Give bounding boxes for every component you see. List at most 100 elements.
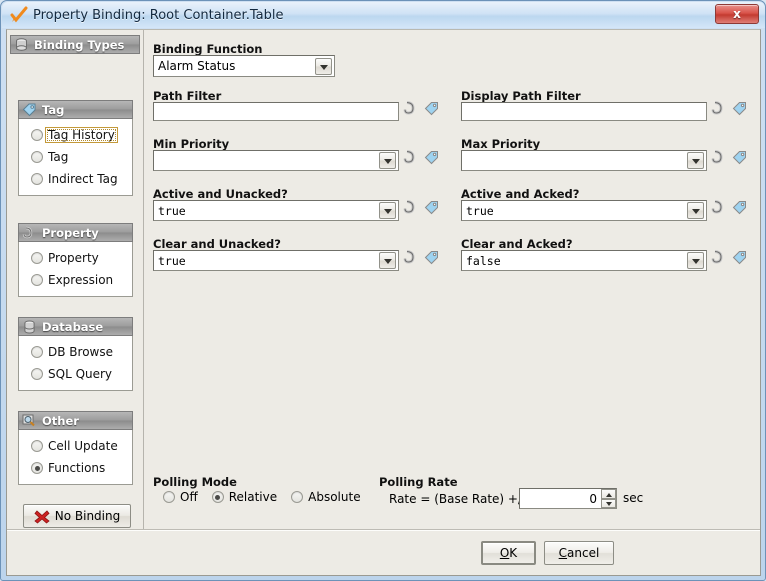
polling-mode-off[interactable]: Off xyxy=(163,490,198,504)
group-tag-body: Tag History Tag Indirect Tag xyxy=(18,119,133,196)
group-tag: Tag Tag History Tag Indirect Tag xyxy=(18,100,133,196)
tag-icon[interactable] xyxy=(424,150,439,165)
chevron-down-icon[interactable] xyxy=(379,252,396,269)
tag-icon[interactable] xyxy=(424,200,439,215)
binding-function-label: Binding Function xyxy=(153,42,263,56)
clear-and-acked-combo[interactable]: false xyxy=(461,250,707,271)
pencil-check-icon xyxy=(9,6,31,24)
clear-and-unacked-value: true xyxy=(154,254,379,268)
sidebar-item-label: Property xyxy=(48,251,99,265)
radio-absolute[interactable] xyxy=(291,491,303,503)
polling-rate-stepper[interactable]: 0 xyxy=(519,488,617,509)
min-priority-combo[interactable] xyxy=(153,150,399,171)
group-tag-header: Tag xyxy=(18,100,133,119)
sidebar-item-label: Indirect Tag xyxy=(48,172,118,186)
radio-functions[interactable] xyxy=(31,462,43,474)
sidebar-item-db-browse[interactable]: DB Browse xyxy=(19,341,132,363)
tag-icon[interactable] xyxy=(732,200,747,215)
polling-rate-value[interactable]: 0 xyxy=(520,492,601,506)
sidebar-item-tag-history[interactable]: Tag History xyxy=(19,124,132,146)
binding-link-icon[interactable] xyxy=(711,149,726,165)
tag-icon[interactable] xyxy=(424,250,439,265)
radio-sql-query[interactable] xyxy=(31,368,43,380)
clear-and-acked-value: false xyxy=(462,254,687,268)
sidebar-item-label: DB Browse xyxy=(48,345,113,359)
path-filter-label: Path Filter xyxy=(153,89,221,103)
clear-and-unacked-combo[interactable]: true xyxy=(153,250,399,271)
group-property: Property Property Expression xyxy=(18,223,133,297)
active-and-unacked-combo[interactable]: true xyxy=(153,200,399,221)
stepper-up-icon[interactable] xyxy=(601,489,616,499)
active-and-unacked-value: true xyxy=(154,204,379,218)
binding-link-icon[interactable] xyxy=(403,199,418,215)
display-path-filter-label: Display Path Filter xyxy=(461,89,581,103)
sidebar-item-tag[interactable]: Tag xyxy=(19,146,132,168)
binding-function-combo[interactable]: Alarm Status xyxy=(153,55,335,77)
polling-mode-label-off: Off xyxy=(180,490,198,504)
max-priority-label: Max Priority xyxy=(461,137,540,151)
polling-mode-label-absolute: Absolute xyxy=(308,490,360,504)
cancel-button[interactable]: Cancel xyxy=(544,541,614,565)
chevron-down-icon[interactable] xyxy=(379,152,396,169)
radio-tag[interactable] xyxy=(31,151,43,163)
active-and-acked-value: true xyxy=(462,204,687,218)
max-priority-combo[interactable] xyxy=(461,150,707,171)
binding-config-panel: Binding Function Alarm Status Path Filte… xyxy=(145,30,760,531)
sidebar-item-property[interactable]: Property xyxy=(19,247,132,269)
chevron-down-icon[interactable] xyxy=(687,202,704,219)
chevron-down-icon[interactable] xyxy=(687,152,704,169)
tag-icon[interactable] xyxy=(732,101,747,116)
active-and-acked-combo[interactable]: true xyxy=(461,200,707,221)
sidebar-item-indirect-tag[interactable]: Indirect Tag xyxy=(19,168,132,190)
title-bar: Property Binding: Root Container.Table x xyxy=(2,2,765,28)
chevron-down-icon[interactable] xyxy=(315,58,332,75)
radio-db-browse[interactable] xyxy=(31,346,43,358)
group-other: Other Cell Update Functions xyxy=(18,411,133,485)
polling-mode-absolute[interactable]: Absolute xyxy=(291,490,360,504)
polling-rate-unit: sec xyxy=(623,491,643,505)
stepper-down-icon[interactable] xyxy=(601,499,616,509)
no-binding-button[interactable]: No Binding xyxy=(23,504,131,528)
display-path-filter-icons xyxy=(711,100,747,116)
active-and-unacked-label: Active and Unacked? xyxy=(153,187,288,201)
sidebar-item-cell-update[interactable]: Cell Update xyxy=(19,435,132,457)
dialog-footer: OK Cancel xyxy=(7,529,760,575)
tag-icon[interactable] xyxy=(732,250,747,265)
sidebar-item-sql-query[interactable]: SQL Query xyxy=(19,363,132,385)
close-button[interactable]: x xyxy=(715,4,759,24)
sidebar-item-expression[interactable]: Expression xyxy=(19,269,132,291)
tag-icon[interactable] xyxy=(424,101,439,116)
binding-function-value: Alarm Status xyxy=(154,59,315,73)
binding-link-icon[interactable] xyxy=(711,249,726,265)
tag-icon[interactable] xyxy=(732,150,747,165)
active-and-acked-icons xyxy=(711,199,747,215)
group-property-title: Property xyxy=(42,226,99,240)
radio-expression[interactable] xyxy=(31,274,43,286)
sidebar-item-functions[interactable]: Functions xyxy=(19,457,132,479)
binding-link-icon[interactable] xyxy=(403,100,418,116)
chevron-down-icon[interactable] xyxy=(379,202,396,219)
ok-label: K xyxy=(509,546,517,560)
radio-property[interactable] xyxy=(31,252,43,264)
radio-cell-update[interactable] xyxy=(31,440,43,452)
sidebar-header: Binding Types xyxy=(10,35,140,54)
binding-link-icon[interactable] xyxy=(711,199,726,215)
binding-link-icon[interactable] xyxy=(403,149,418,165)
window-title: Property Binding: Root Container.Table xyxy=(33,8,283,23)
chevron-down-icon[interactable] xyxy=(687,252,704,269)
cancel-mnemonic: C xyxy=(559,546,567,560)
active-and-unacked-icons xyxy=(403,199,439,215)
ok-button[interactable]: OK xyxy=(481,541,536,565)
path-filter-input[interactable] xyxy=(153,102,399,121)
radio-indirect-tag[interactable] xyxy=(31,173,43,185)
binding-link-icon[interactable] xyxy=(403,249,418,265)
group-other-header: Other xyxy=(18,411,133,430)
display-path-filter-input[interactable] xyxy=(461,102,707,121)
radio-off[interactable] xyxy=(163,491,175,503)
group-database: Database DB Browse SQL Query xyxy=(18,317,133,391)
radio-relative[interactable] xyxy=(212,491,224,503)
radio-tag-history[interactable] xyxy=(31,129,43,141)
binding-link-icon[interactable] xyxy=(711,100,726,116)
binding-types-sidebar: Binding Types Tag Tag Histo xyxy=(7,30,144,531)
polling-mode-relative[interactable]: Relative xyxy=(212,490,277,504)
